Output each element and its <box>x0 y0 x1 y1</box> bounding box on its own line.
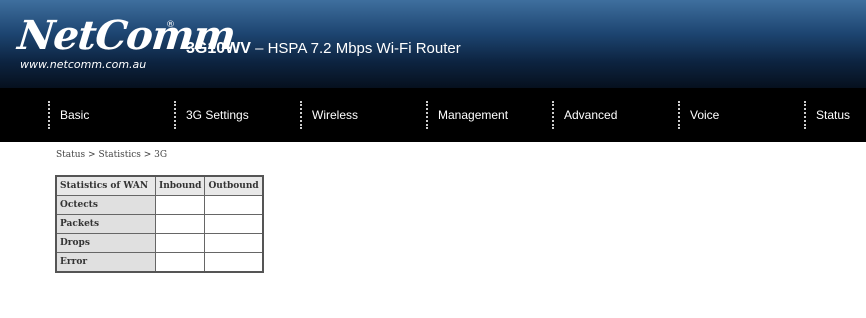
table-row: Octects <box>55 195 264 215</box>
nav-label-3g-settings: 3G Settings <box>186 108 249 122</box>
drops-outbound-value <box>204 233 264 253</box>
nav-label-wireless: Wireless <box>312 108 359 122</box>
nav-separator <box>426 101 428 129</box>
table-header-row: Statistics of WAN Inbound Outbound <box>55 175 264 196</box>
nav-label-status: Status <box>816 108 851 122</box>
octects-inbound-value <box>154 195 206 215</box>
main-navigation: Basic 3G Settings Wireless Management Ad… <box>0 88 866 142</box>
logo-url: www.netcomm.com.au <box>20 58 147 71</box>
product-title: 3G10WV – HSPA 7.2 Mbps Wi-Fi Router <box>186 40 461 58</box>
table-row: Error <box>55 252 264 273</box>
nav-label-management: Management <box>438 108 509 122</box>
nav-separator <box>552 101 554 129</box>
row-label-packets: Packets <box>55 214 156 234</box>
wan-statistics-table: Statistics of WAN Inbound Outbound Octec… <box>55 175 265 273</box>
nav-label-basic: Basic <box>60 108 90 122</box>
nav-separator <box>300 101 302 129</box>
nav-separator <box>174 101 176 129</box>
product-model: 3G10WV <box>186 40 251 57</box>
column-header-outbound: Outbound <box>204 175 264 196</box>
nav-separator <box>48 101 50 129</box>
column-header-statistics: Statistics of WAN <box>55 175 156 196</box>
packets-outbound-value <box>204 214 264 234</box>
drops-inbound-value <box>154 233 206 253</box>
header-banner: NetComm ® www.netcomm.com.au 3G10WV – HS… <box>0 0 866 88</box>
table-row: Drops <box>55 233 264 253</box>
packets-inbound-value <box>154 214 206 234</box>
error-outbound-value <box>204 252 264 273</box>
registered-mark: ® <box>166 20 175 30</box>
column-header-inbound: Inbound <box>154 175 206 196</box>
table-row: Packets <box>55 214 264 234</box>
error-inbound-value <box>154 252 206 273</box>
breadcrumb: Status > Statistics > 3G <box>56 150 168 160</box>
nav-separator <box>804 101 806 129</box>
row-label-error: Error <box>55 252 156 273</box>
nav-separator <box>678 101 680 129</box>
product-description: – HSPA 7.2 Mbps Wi-Fi Router <box>250 40 461 57</box>
nav-label-advanced: Advanced <box>564 108 618 122</box>
row-label-octects: Octects <box>55 195 156 215</box>
row-label-drops: Drops <box>55 233 156 253</box>
nav-label-voice: Voice <box>690 108 720 122</box>
octects-outbound-value <box>204 195 264 215</box>
